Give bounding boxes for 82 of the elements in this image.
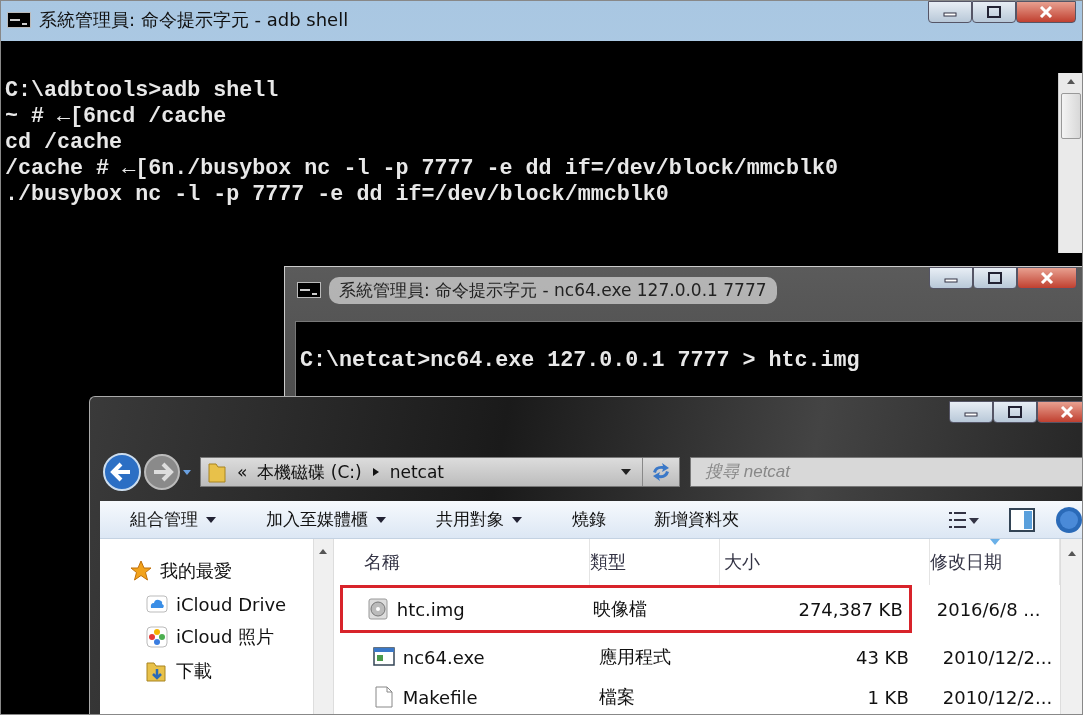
sidebar-item[interactable]: 下載 [146, 659, 313, 683]
console-line: C:\adbtools>adb shell [5, 78, 280, 104]
console-line: cd /cache [5, 130, 124, 156]
star-icon [130, 560, 152, 582]
close-button[interactable] [1017, 267, 1077, 289]
caret-icon [512, 516, 522, 523]
toolbar-button[interactable]: 燒錄 [572, 508, 606, 531]
maximize-button[interactable] [973, 267, 1017, 289]
maximize-icon [987, 6, 1001, 18]
window-title: 系統管理員: 命令提示字元 - adb shell [39, 8, 349, 32]
download-folder-icon [146, 660, 168, 682]
file-size: 1 KB [866, 686, 910, 708]
column-header[interactable]: 名稱 [363, 539, 590, 585]
sidebar-item[interactable]: 我的最愛 [130, 559, 313, 583]
sidebar-item[interactable]: iCloud 照片 [146, 625, 313, 649]
flower-icon [146, 626, 168, 648]
document-icon [372, 686, 395, 708]
forward-button[interactable] [142, 452, 182, 492]
breadcrumb-arrow-icon[interactable] [371, 467, 380, 477]
file-date: 2010/12/2... [941, 646, 1049, 668]
scrollbar[interactable] [1059, 539, 1082, 714]
file-size: 43 KB [854, 646, 910, 668]
column-header[interactable]: 大小 [719, 539, 930, 585]
history-caret-icon[interactable] [182, 468, 192, 476]
console-line: C:\netcat>nc64.exe 127.0.0.1 7777 > htc.img [300, 348, 861, 374]
file-date: 2016/6/8 ... [935, 598, 1042, 620]
file-name: nc64.exe [402, 646, 485, 668]
close-icon [1060, 406, 1074, 418]
maximize-button[interactable] [972, 1, 1016, 23]
view-options-button[interactable] [949, 509, 979, 530]
close-icon [1039, 6, 1053, 18]
file-type: 檔案 [598, 685, 636, 709]
cloud-icon [146, 593, 168, 615]
folder-icon [207, 460, 227, 484]
file-date: 2010/12/2... [941, 686, 1049, 708]
file-name: Makefile [402, 686, 478, 708]
window-title: 系統管理員: 命令提示字元 - nc64.exe 127.0.0.1 7777 [329, 276, 777, 304]
breadcrumb-item[interactable]: 本機磁碟 (C:) [257, 460, 362, 484]
minimize-button[interactable] [949, 401, 993, 423]
console-line: /cache # ←[6n./busybox nc -l -p 7777 -e dd if=/dev/block/mmcblk0 [5, 156, 839, 182]
caret-icon [206, 516, 216, 523]
view-list-icon [949, 509, 979, 530]
scrollbar[interactable] [312, 539, 334, 714]
console-line: ./busybox nc -l -p 7777 -e dd if=/dev/block/mmcblk0 [5, 182, 670, 208]
back-button[interactable] [102, 452, 142, 492]
file-type: 映像檔 [592, 597, 648, 621]
maximize-button[interactable] [993, 401, 1037, 423]
scroll-thumb[interactable] [1060, 93, 1081, 139]
file-name: htc.img [396, 598, 465, 620]
dropdown-caret-icon[interactable] [620, 468, 632, 476]
column-header[interactable]: 修改日期 [929, 539, 1060, 585]
maximize-icon [1008, 406, 1022, 418]
scrollbar[interactable] [1058, 73, 1082, 253]
toolbar-button[interactable]: 新增資料夾 [654, 508, 739, 531]
breadcrumb-item[interactable]: netcat [389, 462, 445, 482]
toolbar-button[interactable]: 加入至媒體櫃 [266, 508, 386, 531]
address-overflow[interactable]: « [237, 462, 248, 482]
toolbar-button[interactable]: 組合管理 [130, 508, 216, 531]
application-window-icon [372, 646, 395, 668]
scroll-up-icon[interactable] [318, 547, 329, 555]
console-line: ~ # ←[6ncd /cache [5, 104, 228, 130]
toolbar-button[interactable]: 共用對象 [436, 508, 522, 531]
sidebar-item[interactable]: iCloud Drive [146, 593, 313, 615]
address-bar[interactable]: « 本機磁碟 (C:) netcat [200, 457, 680, 487]
minimize-button[interactable] [929, 267, 973, 289]
console-icon [297, 282, 321, 298]
maximize-icon [988, 272, 1002, 284]
close-icon [1040, 272, 1054, 284]
search-field[interactable]: 搜尋 netcat [690, 457, 1082, 487]
preview-pane-icon[interactable] [1009, 507, 1035, 532]
minimize-button[interactable] [928, 1, 972, 23]
refresh-icon[interactable] [650, 462, 672, 482]
file-type: 應用程式 [598, 645, 672, 669]
file-size: 274,387 KB [797, 598, 904, 620]
disc-image-icon [366, 598, 389, 620]
scroll-up-icon[interactable] [1066, 549, 1077, 557]
close-button[interactable] [1037, 401, 1082, 423]
scroll-up-icon[interactable] [1065, 77, 1076, 85]
column-header[interactable]: 類型 [589, 539, 720, 585]
caret-icon [376, 516, 386, 523]
close-button[interactable] [1016, 1, 1076, 23]
console-icon [7, 12, 31, 28]
